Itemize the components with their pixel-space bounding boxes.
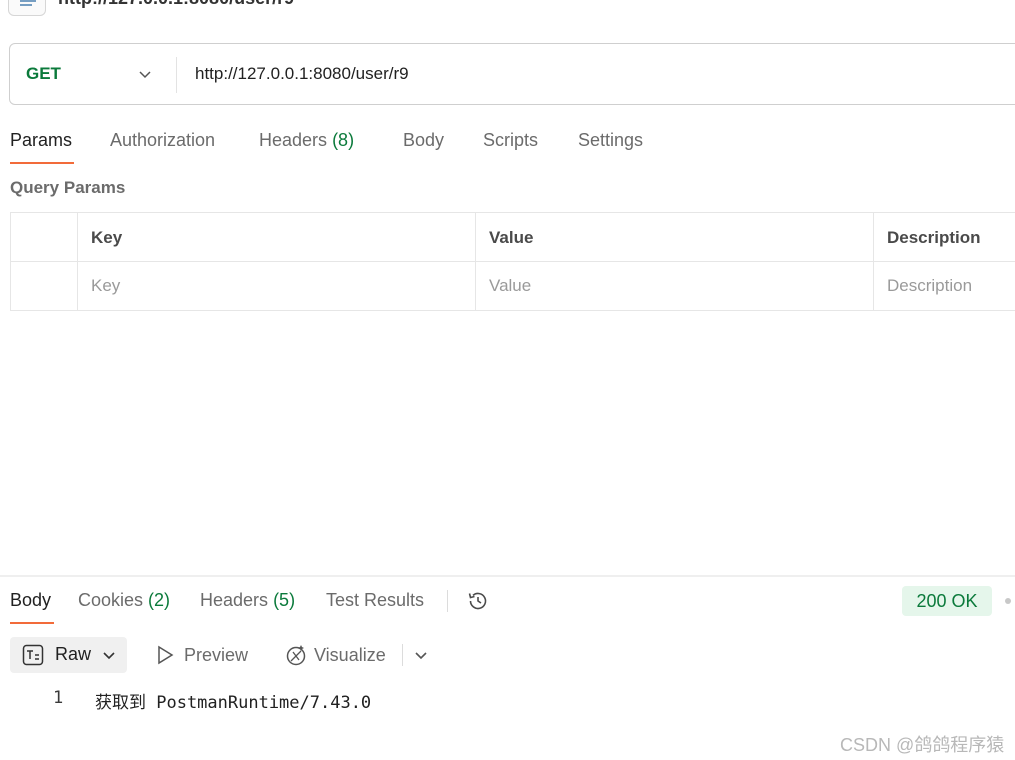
- line-number: 1: [53, 688, 64, 708]
- tab-label: Authorization: [110, 130, 216, 150]
- table-row: [11, 262, 1015, 311]
- tab-params[interactable]: Params: [10, 130, 72, 151]
- raw-label: Raw: [55, 644, 92, 664]
- chevron-down-icon: [103, 652, 115, 660]
- active-response-tab-indicator: [10, 622, 54, 624]
- key-input[interactable]: [91, 272, 461, 300]
- column-header-key: Key: [91, 228, 123, 247]
- history-icon[interactable]: [466, 589, 490, 613]
- active-tab-indicator: [10, 162, 74, 164]
- visualize-label: Visualize: [314, 645, 386, 665]
- column-header-value: Value: [489, 228, 534, 247]
- tab-label: Params: [10, 130, 73, 150]
- tab-settings[interactable]: Settings: [578, 130, 643, 151]
- tab-authorization[interactable]: Authorization: [110, 130, 215, 151]
- tab-count: (2): [148, 590, 171, 610]
- method-selector[interactable]: GET: [10, 44, 176, 104]
- method-label: GET: [26, 64, 61, 83]
- description-input[interactable]: [887, 272, 1015, 300]
- play-icon: [158, 645, 174, 665]
- tab-body[interactable]: Body: [403, 130, 444, 151]
- tab-label: Scripts: [483, 130, 539, 150]
- tab-label: Body: [10, 590, 52, 610]
- method-divider: [176, 57, 177, 93]
- response-tab-body[interactable]: Body: [10, 590, 51, 611]
- code-line[interactable]: 1 获取到 PostmanRuntime/7.43.0: [0, 686, 1015, 713]
- more-dot[interactable]: [1005, 598, 1011, 604]
- response-tab-test-results[interactable]: Test Results: [326, 590, 424, 611]
- tab-label: Headers: [200, 590, 269, 610]
- tab-label: Test Results: [326, 590, 425, 610]
- request-title-bar: http://127.0.0.1:8080/user/r9: [0, 0, 1015, 22]
- query-params-table: Key Value Description: [10, 212, 1015, 311]
- tab-count: (5): [273, 590, 296, 610]
- tab-label: Cookies: [78, 590, 144, 610]
- text-format-icon: [22, 644, 44, 666]
- preview-label: Preview: [184, 645, 249, 665]
- tab-headers[interactable]: Headers (8): [259, 130, 354, 151]
- tab-count: (8): [332, 130, 355, 150]
- query-params-title: Query Params: [10, 178, 126, 197]
- column-header-description: Description: [887, 228, 981, 247]
- visualize-icon: [286, 645, 306, 666]
- watermark: CSDN @鸽鸽程序猿: [840, 735, 1005, 755]
- url-bar: GET: [9, 43, 1015, 105]
- url-input[interactable]: [195, 60, 995, 88]
- tab-label: Headers: [259, 130, 328, 150]
- response-tab-headers[interactable]: Headers (5): [200, 590, 295, 611]
- tab-scripts[interactable]: Scripts: [483, 130, 538, 151]
- response-divider[interactable]: [0, 575, 1015, 577]
- request-title[interactable]: http://127.0.0.1:8080/user/r9: [58, 0, 294, 9]
- toolbar-separator: [447, 590, 448, 612]
- tab-label: Body: [403, 130, 445, 150]
- line-content: 获取到 PostmanRuntime/7.43.0: [95, 693, 372, 713]
- toolbar-separator: [402, 644, 403, 666]
- chevron-down-icon[interactable]: [412, 646, 430, 664]
- tab-label: Settings: [578, 130, 644, 150]
- table-header-row: Key Value Description: [11, 213, 1015, 262]
- response-tab-cookies[interactable]: Cookies (2): [78, 590, 170, 611]
- raw-format-button[interactable]: Raw: [10, 637, 127, 673]
- chevron-down-icon: [139, 71, 151, 79]
- http-request-icon: [8, 0, 46, 16]
- status-badge[interactable]: 200 OK: [902, 586, 992, 616]
- value-input[interactable]: [489, 272, 859, 300]
